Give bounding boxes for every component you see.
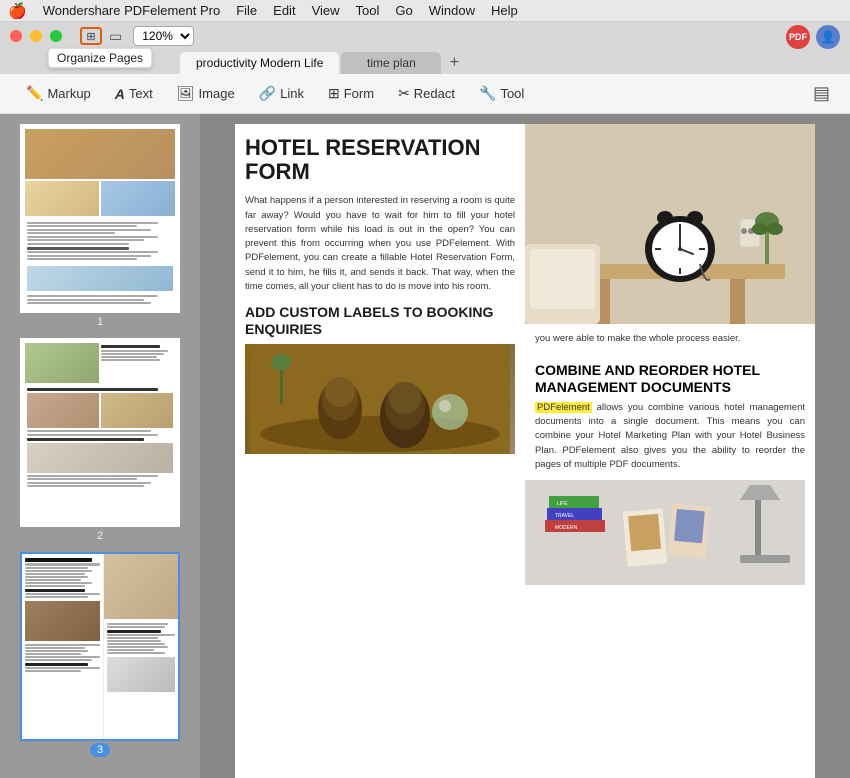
titlebar: ⊞ ▭ 120% Organize Pages PDF 👤 productivi… [0, 22, 850, 74]
page-3-thumbnail[interactable]: 3 [0, 552, 200, 756]
menu-view[interactable]: View [312, 3, 340, 18]
close-button[interactable] [10, 30, 22, 42]
grid-view-button[interactable]: ⊞ [80, 27, 102, 45]
menu-help[interactable]: Help [491, 3, 518, 18]
menu-go[interactable]: Go [395, 3, 412, 18]
page-layout-button[interactable]: ▭ [106, 27, 125, 46]
image-icon: 🖼 [177, 85, 195, 102]
organize-pages-badge: Organize Pages [48, 48, 152, 68]
link-icon: 🔗 [259, 85, 276, 102]
page-2-number: 2 [97, 530, 103, 542]
view-controls: ⊞ ▭ [80, 27, 125, 46]
minimize-button[interactable] [30, 30, 42, 42]
image-button[interactable]: 🖼 Image [167, 81, 245, 106]
svg-text:MODERN: MODERN [555, 525, 578, 531]
menu-file[interactable]: File [236, 3, 257, 18]
combine-body-paragraph: PDFelement allows you combine various ho… [525, 401, 815, 472]
page-1-thumbnail[interactable]: 1 [0, 124, 200, 328]
toolbar: ✏️ Markup A Text 🖼 Image 🔗 Link ⊞ Form ✂… [0, 74, 850, 114]
form-button[interactable]: ⊞ Form [318, 81, 384, 106]
markup-icon: ✏️ [26, 85, 43, 102]
pdf-page-inner: HOTEL RESERVATION FORM What happens if a… [235, 124, 815, 778]
svg-text:TRAVEL: TRAVEL [555, 513, 574, 519]
form-icon: ⊞ [328, 85, 340, 102]
redact-icon: ✂ [398, 85, 410, 102]
pdf-body-paragraph-1: What happens if a person interested in r… [245, 194, 515, 294]
right-column-text-1: you were able to make the whole process … [525, 324, 815, 354]
markup-button[interactable]: ✏️ Markup [16, 81, 101, 106]
page-1-number: 1 [97, 316, 103, 328]
menubar: 🍎 Wondershare PDFelement Pro File Edit V… [0, 0, 850, 22]
text-icon: A [115, 86, 125, 102]
text-button[interactable]: A Text [105, 82, 163, 106]
user-avatar[interactable]: 👤 [816, 25, 840, 49]
maximize-button[interactable] [50, 30, 62, 42]
hotel-collage-image: MODERN TRAVEL LIFE [525, 480, 805, 585]
pdf-left-column: HOTEL RESERVATION FORM What happens if a… [235, 124, 525, 778]
zoom-select[interactable]: 120% [133, 26, 194, 46]
pdf-page: HOTEL RESERVATION FORM What happens if a… [235, 124, 815, 778]
svg-text:LIFE: LIFE [557, 501, 568, 507]
hotel-reservation-heading: HOTEL RESERVATION FORM [245, 136, 515, 184]
tool-icon: 🔧 [479, 85, 496, 102]
menu-tool[interactable]: Tool [356, 3, 380, 18]
tab-timeplan[interactable]: time plan [341, 52, 441, 74]
tab-productivity[interactable]: productivity Modern Life [180, 52, 339, 74]
redact-button[interactable]: ✂ Redact [388, 81, 465, 106]
pdf-app-icon[interactable]: PDF [786, 25, 810, 49]
tool-button[interactable]: 🔧 Tool [469, 81, 534, 106]
link-button[interactable]: 🔗 Link [249, 81, 314, 106]
menu-window[interactable]: Window [429, 3, 475, 18]
pdf-content-area: HOTEL RESERVATION FORM What happens if a… [200, 114, 850, 778]
alarm-clock-image [525, 124, 815, 324]
pdfelement-highlight: PDFelement [535, 402, 592, 413]
page-2-thumbnail[interactable]: 2 [0, 338, 200, 542]
custom-labels-heading: ADD CUSTOM LABELS TO BOOKING ENQUIRIES [245, 304, 515, 338]
combine-heading: COMBINE AND REORDER HOTEL MANAGEMENT DOC… [535, 362, 805, 396]
sidebar-toggle-button[interactable]: ▤ [809, 79, 834, 108]
menu-edit[interactable]: Edit [273, 3, 295, 18]
grid-icon: ⊞ [86, 30, 95, 43]
pine-cones-image [245, 344, 515, 454]
page-thumbnails-panel: 1 [0, 114, 200, 778]
page-3-number: 3 [90, 744, 110, 756]
pdf-right-column: you were able to make the whole process … [525, 124, 815, 778]
app-name: Wondershare PDFelement Pro [43, 3, 221, 18]
apple-menu[interactable]: 🍎 [8, 2, 27, 20]
main-area: 1 [0, 114, 850, 778]
new-tab-button[interactable]: + [443, 52, 465, 74]
